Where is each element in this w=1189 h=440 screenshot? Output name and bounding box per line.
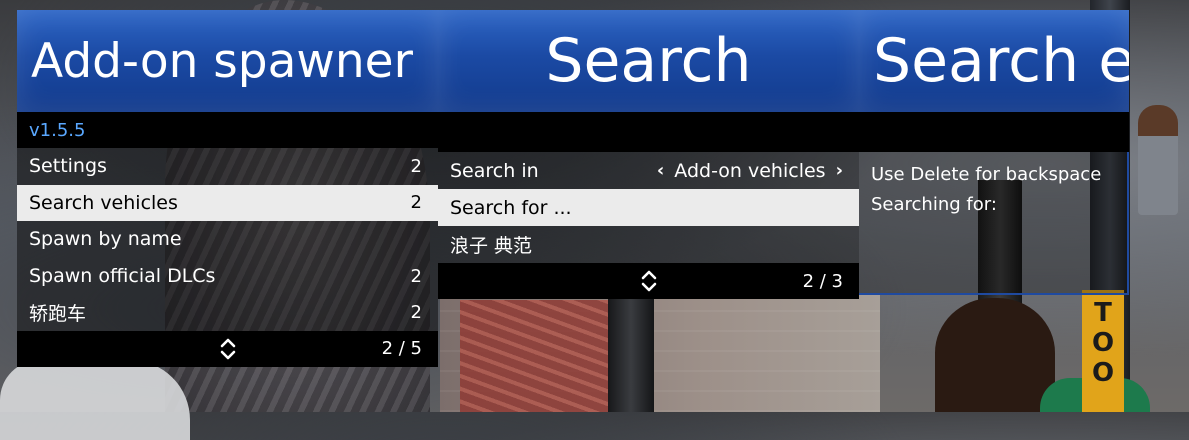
up-down-icon[interactable] <box>219 337 237 361</box>
menu-item-count: 2 <box>410 192 422 214</box>
sign-text: TOO <box>1088 298 1118 388</box>
player-character-head <box>935 298 1055 412</box>
menu-item-label: 浪子 典范 <box>450 235 533 257</box>
menu-item-spawn-official-dlcs[interactable]: Spawn official DLCs 2 <box>17 257 438 295</box>
car-background <box>0 360 190 440</box>
menu-item-count: 2 <box>410 302 422 324</box>
menu-item-count: 2 <box>410 155 422 177</box>
page-indicator: 2 / 5 <box>381 338 422 360</box>
chevron-left-icon[interactable]: ‹ <box>657 160 664 181</box>
menu-item-label: Search vehicles <box>29 191 178 214</box>
menu-item-search-result[interactable]: 浪子 典范 <box>438 226 859 263</box>
menu-footer: 2 / 3 <box>438 263 859 299</box>
help-text: Use Delete for backspace <box>871 164 1102 185</box>
menu-header: Search <box>438 10 859 112</box>
menu-title: Search <box>545 26 752 96</box>
page-indicator: 2 / 3 <box>802 270 843 292</box>
menu-item-label: Search for ... <box>450 196 572 219</box>
menu-subheader <box>859 112 1129 152</box>
brick-curb-background <box>460 300 610 412</box>
street-pole-background <box>608 290 654 412</box>
menu-item-search-in[interactable]: Search in ‹ Add-on vehicles › <box>438 152 859 189</box>
menu-item-search-vehicles[interactable]: Search vehicles 2 <box>17 184 438 222</box>
menu-item-label: 轿跑车 <box>29 303 87 326</box>
menu-title: Search e <box>873 26 1129 96</box>
version-label: v1.5.5 <box>29 119 86 141</box>
up-down-icon[interactable] <box>640 269 658 293</box>
menu-item-label: Search in <box>450 159 539 182</box>
menu-header: Search e <box>859 10 1129 112</box>
menu-item-spawn-by-name[interactable]: Spawn by name <box>17 221 438 258</box>
addon-spawner-menu: Add-on spawner v1.5.5 Settings 2 Search … <box>17 10 438 367</box>
search-entry-menu: Search e Use Delete for backspace Search… <box>859 10 1129 295</box>
option-selector[interactable]: ‹ Add-on vehicles › <box>657 160 843 182</box>
searching-for-label: Searching for: <box>871 194 997 215</box>
menu-item-label: Settings <box>29 155 107 178</box>
menu-item-settings[interactable]: Settings 2 <box>17 148 438 185</box>
sign-background: TOO <box>1082 290 1124 412</box>
pedestrian-background <box>1138 105 1178 215</box>
menu-item-label: Spawn by name <box>29 228 182 251</box>
menu-item-count: 2 <box>410 265 422 287</box>
menu-title: Add-on spawner <box>31 33 413 89</box>
menu-footer: 2 / 5 <box>17 330 438 367</box>
version-bar: v1.5.5 <box>17 112 438 148</box>
option-value: Add-on vehicles <box>674 159 826 182</box>
chevron-right-icon[interactable]: › <box>836 160 843 181</box>
menu-subheader <box>438 112 859 152</box>
search-entry-info: Use Delete for backspace Searching for: <box>859 152 1129 295</box>
menu-item-coupes[interactable]: 轿跑车 2 <box>17 294 438 331</box>
menu-header: Add-on spawner <box>17 10 438 112</box>
menu-item-label: Spawn official DLCs <box>29 265 216 288</box>
menu-item-search-for[interactable]: Search for ... <box>438 189 859 226</box>
search-menu: Search Search in ‹ Add-on vehicles › Sea… <box>438 10 859 299</box>
